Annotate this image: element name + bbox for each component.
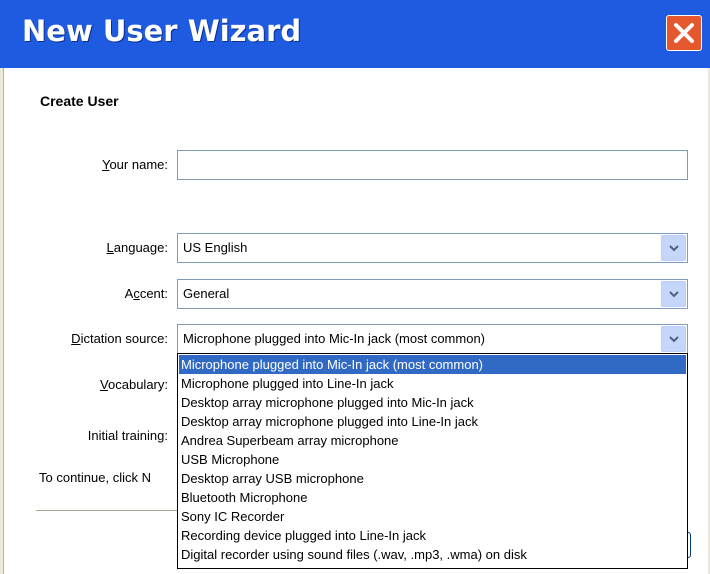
accent-label: Accent: xyxy=(70,286,168,301)
dropdown-option[interactable]: Desktop array USB microphone xyxy=(179,469,686,488)
dropdown-option[interactable]: Digital recorder using sound files (.wav… xyxy=(179,545,686,564)
language-dropdown-button[interactable] xyxy=(661,235,686,261)
chevron-down-icon xyxy=(669,245,679,252)
dictation-source-dropdown-list[interactable]: Microphone plugged into Mic-In jack (mos… xyxy=(177,353,688,569)
accent-dropdown-button[interactable] xyxy=(661,281,686,307)
dropdown-option[interactable]: Desktop array microphone plugged into Mi… xyxy=(179,393,686,412)
vocabulary-label-key: V xyxy=(100,377,109,392)
accent-label-pre: A xyxy=(124,286,134,301)
window-title: New User Wizard xyxy=(22,14,302,48)
dictation-source-label-text: ictation source: xyxy=(80,331,168,346)
language-label-key: L xyxy=(106,240,114,255)
dropdown-option[interactable]: Desktop array microphone plugged into Li… xyxy=(179,412,686,431)
chevron-down-icon xyxy=(669,291,679,298)
vocabulary-label-text: ocabulary: xyxy=(108,377,168,392)
language-select[interactable]: US English xyxy=(177,233,688,263)
accent-value: General xyxy=(183,286,230,301)
accent-select[interactable]: General xyxy=(177,279,688,309)
your-name-label-text: our name: xyxy=(109,157,168,172)
dropdown-option[interactable]: Andrea Superbeam array microphone xyxy=(179,431,686,450)
close-icon xyxy=(674,23,694,43)
dictation-source-select[interactable]: Microphone plugged into Mic-In jack (mos… xyxy=(177,324,688,354)
dictation-source-label: Dictation source: xyxy=(40,331,168,346)
dropdown-option-selected[interactable]: Microphone plugged into Mic-In jack (mos… xyxy=(179,355,686,374)
continue-instruction: To continue, click N xyxy=(39,470,151,485)
language-label-text: anguage: xyxy=(113,240,168,255)
dictation-source-dropdown-button[interactable] xyxy=(661,326,686,352)
dropdown-option[interactable]: Bluetooth Microphone xyxy=(179,488,686,507)
close-button[interactable] xyxy=(666,15,702,51)
language-value: US English xyxy=(183,240,248,255)
your-name-input[interactable] xyxy=(177,150,688,180)
your-name-label: Your name: xyxy=(70,157,168,172)
dictation-source-value: Microphone plugged into Mic-In jack (mos… xyxy=(183,331,486,346)
section-title: Create User xyxy=(40,93,119,109)
title-bar[interactable]: New User Wizard xyxy=(0,0,710,68)
dropdown-option[interactable]: Recording device plugged into Line-In ja… xyxy=(179,526,686,545)
dropdown-option[interactable]: USB Microphone xyxy=(179,450,686,469)
initial-training-label: Initial training: xyxy=(87,428,168,443)
dropdown-option[interactable]: Sony IC Recorder xyxy=(179,507,686,526)
language-label: Language: xyxy=(70,240,168,255)
vocabulary-label: Vocabulary: xyxy=(70,377,168,392)
accent-label-text: cent: xyxy=(139,286,168,301)
dropdown-option[interactable]: Microphone plugged into Line-In jack xyxy=(179,374,686,393)
dictation-source-label-key: D xyxy=(71,331,81,346)
chevron-down-icon xyxy=(669,336,679,343)
